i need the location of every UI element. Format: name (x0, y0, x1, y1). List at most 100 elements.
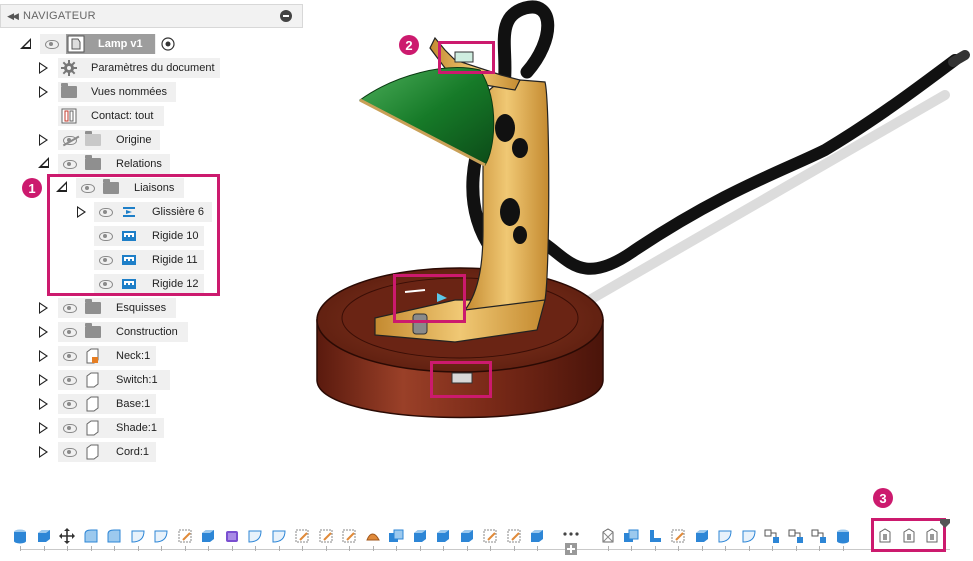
eye-icon[interactable] (63, 303, 77, 313)
timeline-tick (161, 546, 162, 551)
timeline-tick (490, 546, 491, 551)
shell-icon[interactable] (130, 528, 146, 544)
expand-toggle[interactable] (38, 157, 49, 168)
rigid-group-icon[interactable] (764, 528, 780, 544)
folder-icon (61, 83, 77, 98)
double-chevron-left-icon[interactable]: ◀◀ (1, 11, 23, 22)
timeline-tick (44, 546, 45, 551)
expand-toggle[interactable] (39, 326, 48, 338)
cylinder-icon[interactable] (482, 528, 498, 544)
timeline-tick (678, 546, 679, 551)
expand-toggle[interactable] (39, 446, 48, 458)
callout-badge: 3 (873, 488, 893, 508)
timeline-tick (655, 546, 656, 551)
sweep-icon[interactable] (247, 528, 263, 544)
minus-circle-icon[interactable] (280, 10, 292, 22)
eye-icon[interactable] (63, 351, 77, 361)
expand-toggle[interactable] (39, 422, 48, 434)
box-icon[interactable] (506, 528, 522, 544)
document-icon (67, 35, 85, 53)
cylinder-icon[interactable] (12, 528, 28, 544)
timeline-tick (255, 546, 256, 551)
tree-item-label: Switch:1 (116, 374, 158, 386)
revolve-icon[interactable] (694, 528, 710, 544)
timeline-tick (608, 546, 609, 551)
viewport-3d[interactable]: 2 (305, 0, 973, 500)
sweep-icon[interactable] (717, 528, 733, 544)
expand-toggle[interactable] (39, 86, 48, 98)
timeline-toolbar: 3 (0, 488, 973, 561)
callout-box-timeline (871, 518, 946, 552)
eye-icon[interactable] (63, 423, 77, 433)
pattern-icon[interactable] (318, 528, 334, 544)
timeline-tick (843, 546, 844, 551)
joint-icon[interactable] (741, 528, 757, 544)
timeline-tick (91, 546, 92, 551)
expand-toggle[interactable] (39, 398, 48, 410)
eye-icon[interactable] (63, 375, 77, 385)
component-icon (86, 372, 99, 388)
root-expand-toggle[interactable] (20, 38, 31, 49)
revolve-icon[interactable] (224, 528, 240, 544)
expand-toggle[interactable] (39, 350, 48, 362)
radio-activate-icon[interactable] (161, 37, 175, 51)
expand-toggle[interactable] (39, 302, 48, 314)
add-icon[interactable] (565, 543, 577, 555)
navigator-panel: ◀◀ NAVIGATEUR Lamp v1 Paramètres du docu… (0, 0, 304, 470)
shell-icon[interactable] (600, 528, 616, 544)
folder-icon (85, 323, 101, 338)
combine-icon[interactable] (670, 528, 686, 544)
timeline-tick (185, 546, 186, 551)
contact-icon (61, 108, 77, 124)
eye-icon[interactable] (63, 447, 77, 457)
tree-item-label: Cord:1 (116, 446, 150, 458)
pattern-icon[interactable] (788, 528, 804, 544)
move-icon[interactable] (59, 528, 75, 544)
eye-icon[interactable] (63, 159, 77, 169)
joint-origin-icon[interactable] (412, 528, 428, 544)
expand-toggle[interactable] (39, 134, 48, 146)
slider-joint-icon[interactable] (459, 528, 475, 544)
joint-icon[interactable] (271, 528, 287, 544)
timeline-tick (467, 546, 468, 551)
move-icon[interactable] (529, 528, 545, 544)
eye-icon[interactable] (63, 327, 77, 337)
eye-icon[interactable] (63, 399, 77, 409)
timeline-tick (420, 546, 421, 551)
chamfer-icon[interactable] (106, 528, 122, 544)
folder-icon (85, 299, 101, 314)
section-icon[interactable] (835, 528, 851, 544)
tree-item-label: Construction (116, 326, 178, 338)
fillet-icon[interactable] (83, 528, 99, 544)
timeline-tick (67, 546, 68, 551)
timeline-tick (725, 546, 726, 551)
component-linked-icon (86, 348, 99, 364)
timeline-tick (20, 546, 21, 551)
eye-icon[interactable] (45, 39, 59, 49)
rigid-joint-icon[interactable] (435, 528, 451, 544)
extrude-icon[interactable] (647, 528, 663, 544)
timeline-tick (138, 546, 139, 551)
pin-icon[interactable] (811, 528, 827, 544)
more-icon[interactable] (562, 530, 580, 538)
expand-toggle[interactable] (39, 374, 48, 386)
callout-box-joint-top (438, 41, 495, 74)
sketch-icon[interactable] (153, 528, 169, 544)
component-icon (86, 444, 99, 460)
timeline-tick (396, 546, 397, 551)
section-icon[interactable] (365, 528, 381, 544)
extrude-icon[interactable] (177, 528, 193, 544)
timeline-marker-icon[interactable] (939, 518, 951, 530)
sketch-icon[interactable] (623, 528, 639, 544)
combine-icon[interactable] (200, 528, 216, 544)
callout-badge: 2 (399, 35, 419, 55)
pin-icon[interactable] (341, 528, 357, 544)
rigid-group-icon[interactable] (294, 528, 310, 544)
callout-box-joint-middle (393, 274, 466, 323)
tree-item-label: Base:1 (116, 398, 151, 410)
timeline-track[interactable] (20, 549, 950, 550)
eye-hidden-icon[interactable] (63, 135, 77, 145)
assembly-icon[interactable] (388, 528, 404, 544)
box-icon[interactable] (36, 528, 52, 544)
expand-toggle[interactable] (39, 62, 48, 74)
